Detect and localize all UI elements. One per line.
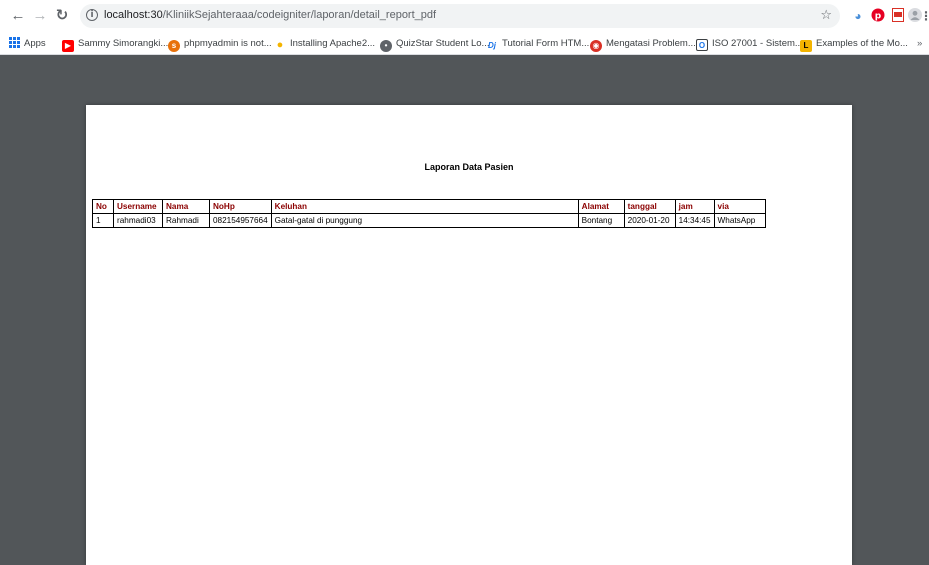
bookmark-iso27001[interactable]: O ISO 27001 - Sistem... — [696, 37, 803, 51]
lightbulb-icon: ● — [276, 39, 284, 51]
column-header: Keluhan — [270, 199, 579, 214]
bookmark-quizstar[interactable]: • QuizStar Student Lo... — [380, 37, 490, 52]
stackoverflow-icon: s — [168, 40, 180, 52]
url-text[interactable]: localhost:30/KliniikSejahteraaa/codeigni… — [104, 9, 436, 21]
bookmark-label: Apps — [24, 38, 46, 49]
table-row: 1 rahmadi03 Rahmadi 082154957664 Gatal-g… — [92, 213, 766, 228]
pinterest-icon[interactable]: p — [870, 8, 886, 24]
report-title: Laporan Data Pasien — [424, 162, 514, 172]
menu-kebab-icon[interactable]: ⋮ — [920, 8, 929, 24]
cell-nohp: 082154957664 — [209, 213, 272, 228]
bookmark-sammy[interactable]: ▶ Sammy Simorangki... — [62, 37, 169, 52]
column-header: tanggal — [623, 199, 676, 214]
bookmark-label: ISO 27001 - Sistem... — [712, 38, 803, 49]
star-bookmark-icon[interactable]: ☆ — [820, 7, 832, 23]
bookmark-mengatasi[interactable]: ◉ Mengatasi Problem... — [590, 37, 696, 52]
url-host: localhost:30 — [104, 9, 163, 21]
bookmark-examples[interactable]: L Examples of the Mo... — [800, 37, 908, 52]
bookmark-label: QuizStar Student Lo... — [396, 38, 490, 49]
bookmark-tutorial-form[interactable]: Dj Tutorial Form HTM... — [486, 37, 589, 51]
cell-username: rahmadi03 — [113, 213, 163, 228]
bookmarks-bar: Apps ▶ Sammy Simorangki... s phpmyadmin is… — [0, 33, 929, 55]
reload-icon[interactable]: ↻ — [52, 6, 72, 26]
info-icon[interactable]: i — [86, 9, 98, 21]
cell-tanggal: 2020-01-20 — [623, 213, 676, 228]
globe-icon: • — [380, 40, 392, 52]
svg-text:p: p — [875, 12, 882, 22]
address-bar[interactable]: i localhost:30/KliniikSejahteraaa/codeig… — [80, 4, 840, 28]
column-header: NoHp — [209, 199, 272, 214]
url-path: /KliniikSejahteraaa/codeigniter/laporan/… — [162, 9, 437, 21]
cell-via: WhatsApp — [713, 213, 766, 228]
youtube-icon: ▶ — [62, 40, 74, 52]
cell-keluhan: Gatal-gatal di punggung — [270, 213, 579, 228]
l-icon: L — [800, 40, 812, 52]
column-header: Alamat — [577, 199, 625, 214]
column-header: via — [713, 199, 766, 214]
column-header: jam — [674, 199, 715, 214]
more-bookmarks-chevron-icon[interactable]: » — [917, 37, 922, 51]
column-header: Nama — [162, 199, 210, 214]
bookmark-label: Installing Apache2... — [290, 38, 376, 49]
pdf-viewer[interactable]: Laporan Data Pasien No Username Nama NoH… — [0, 55, 929, 565]
bookmark-apps[interactable]: Apps — [8, 37, 46, 51]
cell-alamat: Bontang — [577, 213, 625, 228]
pdf-extension-icon[interactable] — [890, 8, 906, 24]
apps-grid-icon — [8, 37, 20, 49]
table-header-row: No Username Nama NoHp Keluhan Alamat tan… — [92, 199, 766, 214]
column-header: Username — [113, 199, 163, 214]
bookmark-icon: O — [696, 39, 708, 51]
bookmark-label: Tutorial Form HTM... — [502, 38, 590, 49]
cell-jam: 14:34:45 — [674, 213, 715, 228]
browser-toolbar: ← → ↻ i localhost:30/KliniikSejahteraaa/… — [0, 0, 929, 33]
bookmark-phpmyadmin[interactable]: s phpmyadmin is not... — [168, 37, 272, 52]
back-arrow-icon[interactable]: ← — [8, 6, 28, 26]
bookmark-apache[interactable]: ● Installing Apache2... — [274, 37, 375, 51]
forward-arrow-icon[interactable]: → — [30, 6, 50, 26]
pdf-page: Laporan Data Pasien No Username Nama NoH… — [86, 105, 852, 565]
column-header: No — [92, 199, 114, 214]
blogger-icon: ◉ — [590, 40, 602, 52]
bookmark-label: Examples of the Mo... — [816, 38, 908, 49]
cell-nama: Rahmadi — [162, 213, 210, 228]
dj-icon: Dj — [488, 41, 496, 50]
bookmark-label: Sammy Simorangki... — [78, 38, 169, 49]
bookmark-label: phpmyadmin is not... — [184, 38, 272, 49]
extension-blue-icon[interactable]: ◕ — [850, 8, 866, 24]
bookmark-label: Mengatasi Problem... — [606, 38, 696, 49]
patient-report-table: No Username Nama NoHp Keluhan Alamat tan… — [92, 199, 766, 228]
cell-no: 1 — [92, 213, 114, 228]
